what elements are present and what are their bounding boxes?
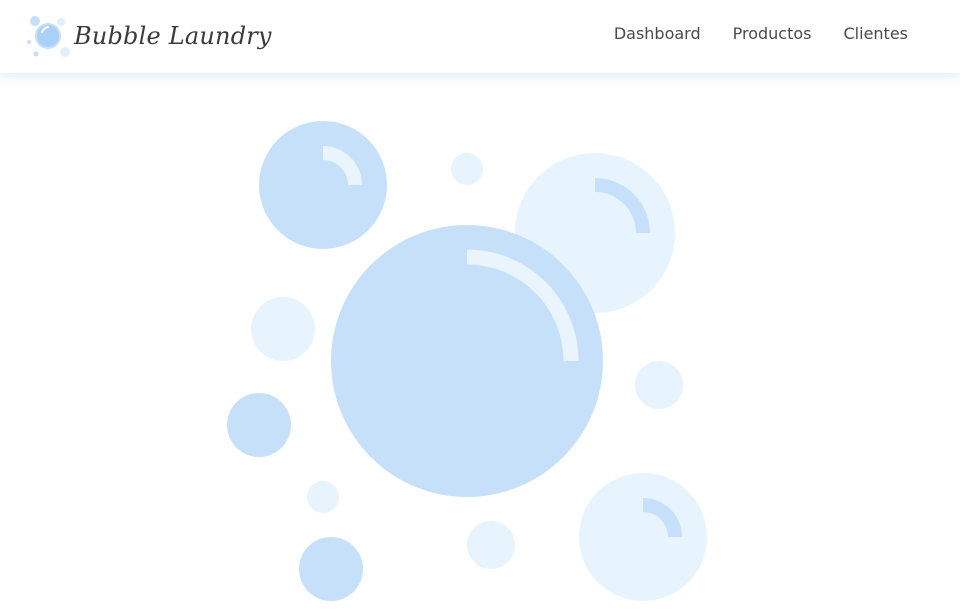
bubble-bottom-right [579, 473, 707, 601]
bubble-main [331, 225, 603, 497]
brand-name: Bubble Laundry [74, 22, 272, 50]
brand[interactable]: Bubble Laundry [24, 10, 272, 62]
nav-link-dashboard[interactable]: Dashboard [614, 24, 701, 43]
bubbles-illustration [227, 121, 707, 601]
nav-link-clientes[interactable]: Clientes [844, 24, 909, 43]
main-nav: Dashboard Productos Clientes [614, 24, 908, 43]
bubble-small [467, 521, 515, 569]
bubble-small [251, 297, 315, 361]
nav-link-productos[interactable]: Productos [733, 24, 812, 43]
bubble-small [307, 481, 339, 513]
bubble-small [227, 393, 291, 457]
top-navbar: Bubble Laundry Dashboard Productos Clien… [0, 0, 960, 73]
bubble-small [635, 361, 683, 409]
bubble-small [451, 153, 483, 185]
hero-illustration [0, 73, 960, 614]
bubble-top-left [259, 121, 387, 249]
bubbles-logo-icon [27, 16, 70, 57]
bubble-small [299, 537, 363, 601]
